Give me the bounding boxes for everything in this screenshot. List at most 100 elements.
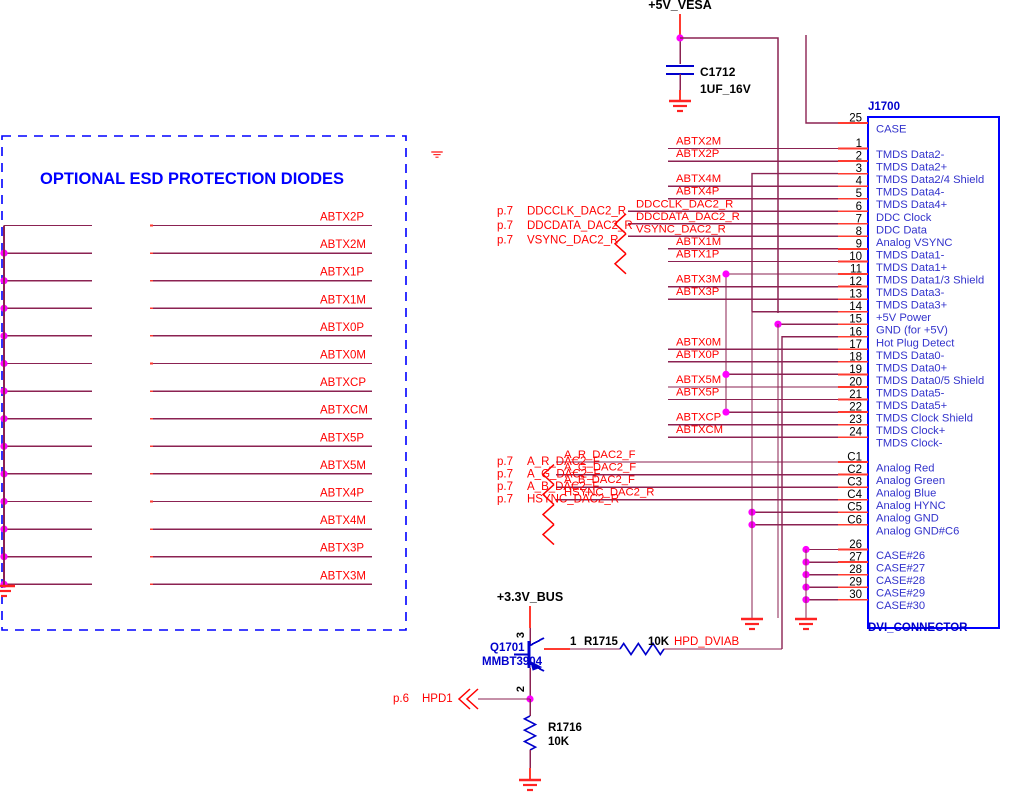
cap-ref-label: C1712	[700, 65, 736, 79]
r1716-refdes: R1716	[548, 722, 582, 734]
pin-name: DDC Clock	[876, 212, 932, 224]
offpage-net-name: A_G_DAC2_F	[527, 469, 601, 481]
pin-name: Analog Green	[876, 475, 945, 487]
esd-net-label: ABTX5M	[320, 460, 366, 472]
pin-name: TMDS Data0+	[876, 362, 947, 374]
esd-net-label: ABTX0P	[320, 322, 364, 334]
offpage-page-ref: p.7	[497, 220, 513, 232]
pin-number: C4	[847, 489, 862, 501]
q-part-number: MMBT3904	[482, 656, 543, 668]
r1715-refdes: R1715	[584, 636, 618, 648]
q-refdes: Q1701	[490, 642, 525, 654]
pin-name: TMDS Data0/5 Shield	[876, 375, 984, 387]
esd-net-label: ABTX2P	[320, 212, 364, 224]
net-label: ABTX1M	[676, 236, 721, 248]
pin-name: TMDS Data5-	[876, 387, 945, 399]
net-label: ABTX4M	[676, 173, 721, 185]
pin-name: TMDS Data2/4 Shield	[876, 174, 984, 186]
pin-number: 5	[856, 188, 862, 200]
pin-number: 21	[849, 389, 862, 401]
offpage-net-name: A_B_DAC2_F	[527, 481, 599, 493]
esd-box-title: OPTIONAL ESD PROTECTION DIODES	[40, 170, 344, 188]
schematic-canvas: OPTIONAL ESD PROTECTION DIODES ABTX2P ABTX…	[0, 0, 1023, 799]
hpd-dviab-net-label: HPD_DVIAB	[674, 636, 740, 648]
pin-number: C3	[847, 477, 862, 489]
pin-name: TMDS Clock-	[876, 438, 943, 450]
pin-name: TMDS Data2-	[876, 149, 945, 161]
pin-name: TMDS Data3+	[876, 300, 947, 312]
pin-number: 6	[856, 201, 862, 213]
r1716-value: 10K	[548, 736, 570, 748]
pin-name: TMDS Clock Shield	[876, 413, 973, 425]
r1716-symbol	[522, 715, 538, 751]
offpage-page-ref: p.7	[497, 205, 513, 217]
esd-net-label: ABTX5P	[320, 432, 364, 444]
pin-number: 25	[849, 113, 862, 125]
esd-net-label: ABTX2M	[320, 239, 366, 251]
pin-name: CASE#28	[876, 575, 925, 587]
bus33-label: +3.3V_BUS	[497, 590, 563, 604]
small-ground-symbol	[431, 151, 443, 158]
q-pin1-number: 1	[570, 636, 577, 648]
pin-number: C1	[847, 452, 862, 464]
pin-name: Analog GND#C6	[876, 525, 959, 537]
net-label: ABTX3P	[676, 286, 719, 298]
pin-number: 12	[849, 276, 862, 288]
pin-name: Analog Blue	[876, 488, 936, 500]
net-label: DDCDATA_DAC2_R	[636, 211, 740, 223]
pin-name: +5V Power	[876, 312, 931, 324]
pin-name: TMDS Data4+	[876, 199, 947, 211]
r1715-value: 10K	[648, 636, 670, 648]
shield-junction-22	[722, 408, 730, 416]
schematic-drawing: OPTIONAL ESD PROTECTION DIODES ABTX2P ABTX…	[0, 0, 1000, 792]
pin-name: TMDS Data3-	[876, 287, 945, 299]
pin-name: TMDS Data1-	[876, 249, 945, 261]
hpd1-net-name: HPD1	[422, 693, 453, 705]
pin-number: 14	[849, 301, 862, 313]
q-collector-lead	[528, 637, 545, 647]
hpd1-chevron-icon2	[457, 688, 471, 710]
pin-number: 22	[849, 402, 862, 414]
pin-name: Analog GND	[876, 513, 939, 525]
esd-net-label: ABTX1P	[320, 267, 364, 279]
pin-name: CASE#26	[876, 550, 925, 562]
pin-number: 17	[849, 339, 862, 351]
net-label: ABTX4P	[676, 186, 719, 198]
pin-number: 4	[856, 176, 863, 188]
q-pin3-number: 3	[515, 632, 527, 638]
net-label: ABTX5P	[676, 387, 719, 399]
pin-number: 23	[849, 414, 862, 426]
pin-number: 7	[856, 213, 862, 225]
pin-name: TMDS Data4-	[876, 187, 945, 199]
pin-number: 28	[849, 564, 862, 576]
pin-name: Analog VSYNC	[876, 237, 953, 249]
shield-junction-19	[722, 370, 730, 378]
net-label: ABTX3M	[676, 274, 721, 286]
pin-number: 20	[849, 376, 862, 388]
esd-net-label: ABTX1M	[320, 294, 366, 306]
pin-name: TMDS Data1/3 Shield	[876, 275, 984, 287]
esd-net-label: ABTX4M	[320, 515, 366, 527]
pin-name: TMDS Data5+	[876, 400, 947, 412]
hpd-wire	[781, 336, 838, 649]
offpage-net-name: DDCDATA_DAC2_R	[527, 220, 633, 232]
hpd1-chevron-icon	[465, 688, 479, 710]
net-label: ABTX2P	[676, 148, 719, 160]
pin-number: 18	[849, 351, 862, 363]
offpage-page-ref: p.7	[497, 469, 513, 481]
esd-net-label: ABTXCM	[320, 405, 368, 417]
hpd1-page-ref: p.6	[393, 693, 409, 705]
q-pin2-number: 2	[515, 686, 527, 692]
pin-name: CASE#27	[876, 563, 925, 575]
pin-number: 8	[856, 226, 862, 238]
net-label: DDCCLK_DAC2_R	[636, 198, 733, 210]
esd-net-label: ABTXCP	[320, 377, 366, 389]
pin-name: Analog Red	[876, 463, 934, 475]
pin-name: DDC Data	[876, 224, 928, 236]
connector-refdes: J1700	[868, 101, 900, 113]
pin-number: 9	[856, 238, 862, 250]
pin-name: TMDS Clock+	[876, 425, 945, 437]
pin-name: CASE#29	[876, 588, 925, 600]
pin-name: Hot Plug Detect	[876, 337, 955, 349]
net-label: ABTXCP	[676, 412, 721, 424]
